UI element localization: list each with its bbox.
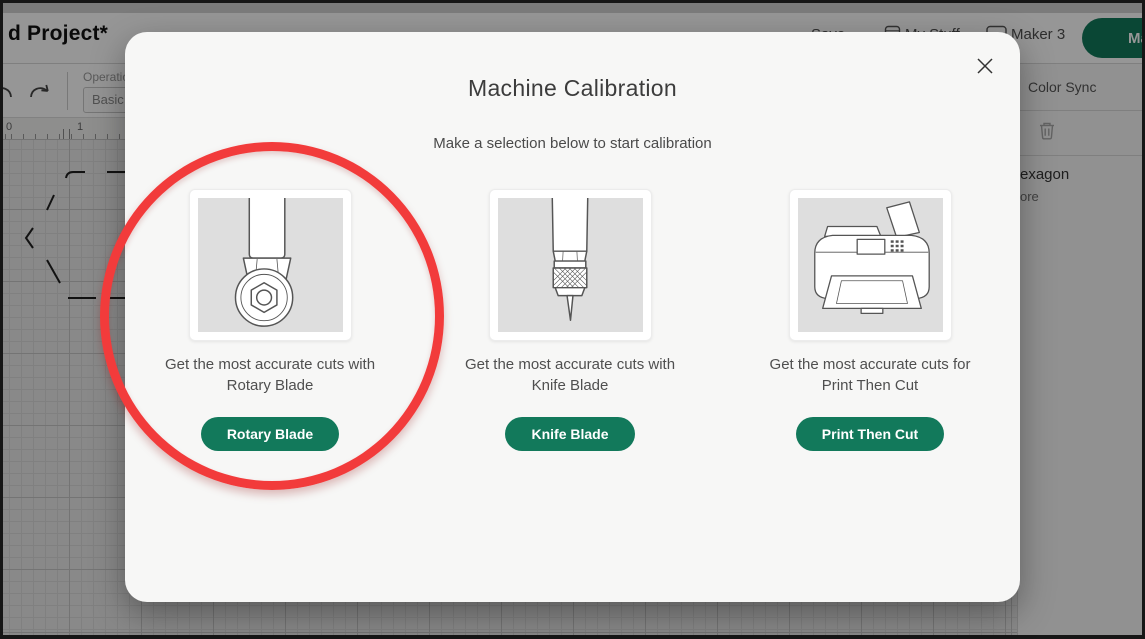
app-window: d Project* Save My Stuff Maker 3 Ma Oper… (0, 0, 1145, 639)
rotary-blade-button[interactable]: Rotary Blade (201, 417, 339, 451)
print-then-cut-button[interactable]: Print Then Cut (796, 417, 944, 451)
dialog-subtitle: Make a selection below to start calibrat… (125, 102, 1020, 152)
rotary-blade-image-card (189, 189, 352, 341)
rotary-blade-description: Get the most accurate cuts with Rotary B… (150, 354, 390, 396)
knife-blade-description: Get the most accurate cuts with Knife Bl… (450, 354, 690, 396)
knife-blade-button[interactable]: Knife Blade (505, 417, 634, 451)
calibration-option-knife-blade: Get the most accurate cuts with Knife Bl… (450, 189, 690, 451)
calibration-option-print-then-cut: Get the most accurate cuts for Print The… (750, 189, 990, 451)
rotary-blade-illustration (198, 198, 343, 332)
close-icon[interactable] (974, 56, 996, 78)
calibration-options: Get the most accurate cuts with Rotary B… (125, 189, 1020, 479)
dialog-title: Machine Calibration (125, 32, 1020, 102)
knife-blade-illustration (498, 198, 643, 332)
machine-calibration-dialog: Machine Calibration Make a selection bel… (125, 32, 1020, 602)
knife-blade-image-card (489, 189, 652, 341)
printer-illustration (798, 198, 943, 332)
print-then-cut-image-card (789, 189, 952, 341)
calibration-option-rotary-blade: Get the most accurate cuts with Rotary B… (150, 189, 390, 451)
print-then-cut-description: Get the most accurate cuts for Print The… (750, 354, 990, 396)
